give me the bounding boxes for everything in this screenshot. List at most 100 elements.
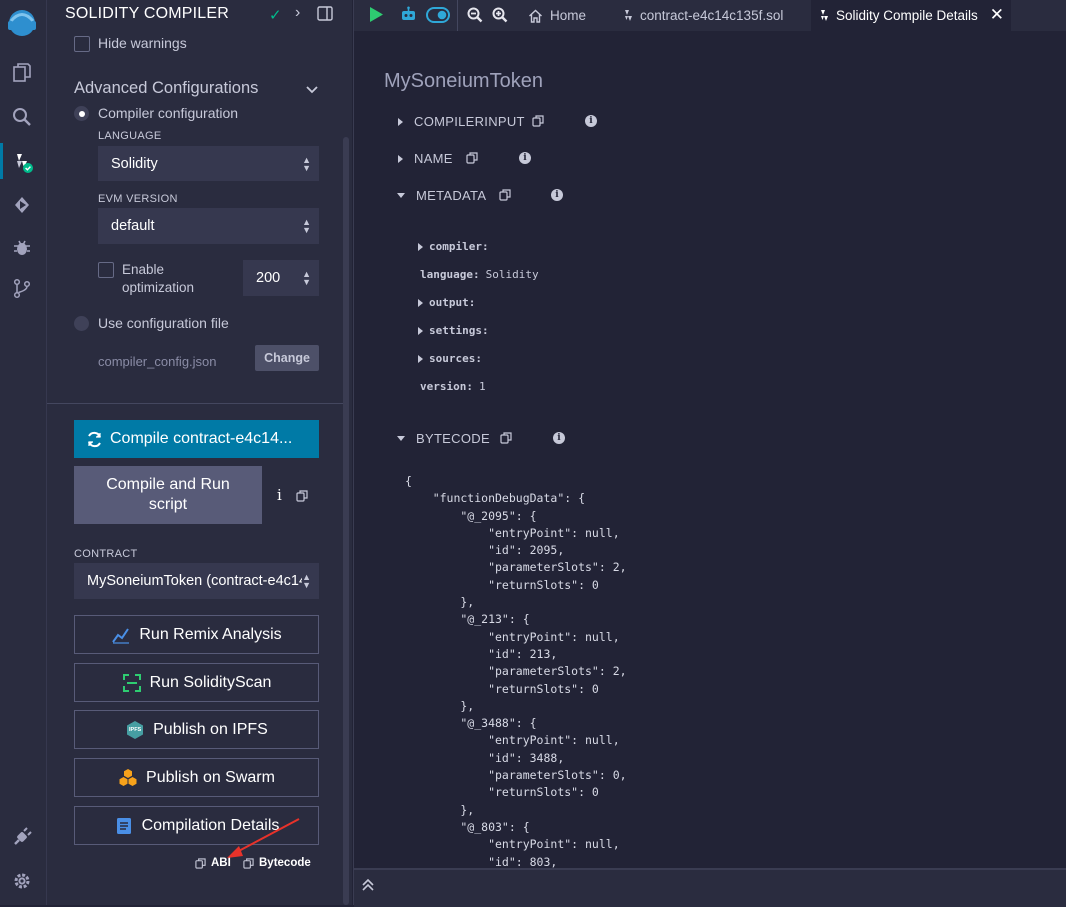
metadata-output-node[interactable]: output: — [418, 296, 475, 309]
compiler-config-radio[interactable] — [74, 106, 89, 121]
metadata-value: Solidity — [485, 268, 539, 281]
tab-contract-file[interactable]: contract-e4c14c135f.sol — [618, 0, 789, 31]
compile-and-run-button[interactable]: Compile and Run script — [74, 466, 262, 524]
publish-ipfs-button[interactable]: IPFS Publish on IPFS — [74, 710, 319, 749]
copy-icon[interactable] — [466, 152, 478, 164]
run-script-icon[interactable] — [369, 6, 384, 28]
advanced-config-heading[interactable]: Advanced Configurations — [74, 79, 258, 98]
zoom-in-icon[interactable] — [492, 7, 508, 28]
panel-title: SOLIDITY COMPILER — [65, 5, 230, 22]
caret-right-icon — [398, 117, 403, 126]
expand-terminal-icon[interactable] — [362, 878, 374, 895]
git-icon[interactable] — [7, 273, 37, 303]
info-icon[interactable]: i — [519, 152, 531, 164]
section-bytecode[interactable]: BYTECODE — [397, 431, 490, 446]
solidity-compiler-panel: SOLIDITY COMPILER ✓ › Hide warnings Adva… — [47, 0, 352, 905]
tab-compile-details[interactable]: Solidity Compile Details ✕ — [811, 0, 1011, 31]
debugger-icon[interactable] — [7, 233, 37, 263]
caret-down-icon — [397, 193, 405, 198]
metadata-compiler-node[interactable]: compiler: — [418, 240, 489, 253]
copy-icon[interactable] — [532, 115, 544, 127]
metadata-key: output: — [429, 296, 476, 309]
section-metadata[interactable]: METADATA — [397, 188, 486, 203]
chevron-down-icon[interactable] — [305, 82, 319, 100]
refresh-icon — [88, 431, 101, 447]
caret-right-icon — [418, 298, 423, 307]
compile-contract-button[interactable]: Compile contract-e4c14... — [74, 420, 319, 458]
info-icon[interactable]: i — [551, 189, 563, 201]
enable-optimization-label-line2: optimization — [122, 280, 195, 295]
select-arrows-icon: ▲ ▼ — [302, 154, 311, 173]
ipfs-logo-icon: IPFS — [125, 720, 145, 740]
tab-home[interactable]: Home — [522, 0, 592, 31]
panel-toggle-icon[interactable] — [317, 6, 333, 25]
icon-rail — [0, 0, 47, 905]
metadata-settings-node[interactable]: settings: — [418, 324, 489, 337]
panel-scrollbar[interactable] — [343, 137, 349, 905]
deploy-run-icon[interactable] — [7, 190, 37, 220]
publish-swarm-button[interactable]: Publish on Swarm — [74, 758, 319, 797]
caret-right-icon — [398, 154, 403, 163]
tab-bar: Home contract-e4c14c135f.sol Solidity Co… — [354, 0, 1066, 31]
section-name[interactable]: NAME — [398, 151, 453, 166]
compiler-config-label: Compiler configuration — [98, 105, 239, 121]
change-config-button[interactable]: Change — [255, 345, 319, 371]
home-icon — [529, 9, 542, 23]
optimization-runs-value: 200 — [256, 270, 281, 286]
ai-robot-icon[interactable] — [400, 6, 417, 28]
copy-icon[interactable] — [296, 490, 308, 502]
evm-version-select[interactable]: default ▲ ▼ — [98, 208, 319, 244]
metadata-sources-node[interactable]: sources: — [418, 352, 482, 365]
plugin-manager-icon[interactable] — [7, 822, 37, 852]
run-remix-analysis-button[interactable]: Run Remix Analysis — [74, 615, 319, 654]
section-bytecode-label: BYTECODE — [416, 431, 490, 446]
contract-name-heading: MySoneiumToken — [384, 70, 543, 92]
caret-down-icon — [397, 436, 405, 441]
annotation-arrow-icon — [227, 818, 300, 858]
enable-optimization-checkbox[interactable] — [98, 262, 114, 278]
section-compilerinput-label: COMPILERINPUT — [414, 114, 525, 129]
check-icon: ✓ — [269, 7, 282, 24]
use-config-file-radio[interactable] — [74, 316, 89, 331]
metadata-key: sources: — [429, 352, 482, 365]
chevron-right-icon[interactable]: › — [295, 4, 300, 22]
optimization-runs-input[interactable]: 200 ▲ ▼ — [243, 260, 319, 296]
enable-optimization-label-line1: Enable — [122, 262, 165, 277]
select-arrows-icon: ▲ ▼ — [302, 217, 311, 235]
scan-frame-icon — [122, 673, 141, 692]
settings-gear-icon[interactable] — [7, 866, 37, 896]
file-explorer-icon[interactable] — [7, 58, 37, 88]
remix-logo-icon[interactable] — [5, 6, 39, 40]
tab-contract-file-label: contract-e4c14c135f.sol — [640, 8, 784, 23]
config-file-path: compiler_config.json — [98, 354, 217, 369]
hide-warnings-checkbox[interactable] — [74, 36, 90, 52]
metadata-key: compiler: — [429, 240, 489, 253]
caret-right-icon — [418, 326, 423, 335]
section-compilerinput[interactable]: COMPILERINPUT — [398, 114, 525, 129]
section-metadata-label: METADATA — [416, 188, 487, 203]
solidity-compiler-icon[interactable] — [7, 147, 37, 177]
evm-version-value: default — [111, 218, 155, 234]
contract-label: CONTRACT — [74, 548, 138, 560]
run-remix-analysis-label: Run Remix Analysis — [139, 625, 282, 643]
search-icon[interactable] — [7, 102, 37, 132]
run-solidityscan-button[interactable]: Run SolidityScan — [74, 663, 319, 702]
use-config-file-label: Use configuration file — [98, 315, 229, 331]
info-icon[interactable]: i — [553, 432, 565, 444]
info-icon[interactable]: i — [585, 115, 597, 127]
copy-icon[interactable] — [500, 432, 512, 444]
info-glyph-icon[interactable]: i — [277, 486, 282, 504]
run-solidityscan-label: Run SolidityScan — [149, 673, 272, 691]
document-icon — [116, 817, 131, 834]
copy-icon[interactable] — [499, 189, 511, 201]
caret-right-icon — [418, 242, 423, 251]
close-tab-icon[interactable]: ✕ — [990, 5, 1004, 25]
caret-right-icon — [418, 354, 423, 363]
contract-select[interactable]: MySoneiumToken (contract-e4c14 ▲ ▼ — [74, 563, 319, 599]
toggle-switch-icon[interactable] — [426, 7, 450, 28]
metadata-value: 1 — [478, 380, 486, 393]
zoom-out-icon[interactable] — [467, 7, 483, 28]
copy-icon — [195, 857, 206, 869]
language-select[interactable]: Solidity ▲ ▼ — [98, 146, 319, 181]
publish-swarm-label: Publish on Swarm — [146, 768, 275, 786]
